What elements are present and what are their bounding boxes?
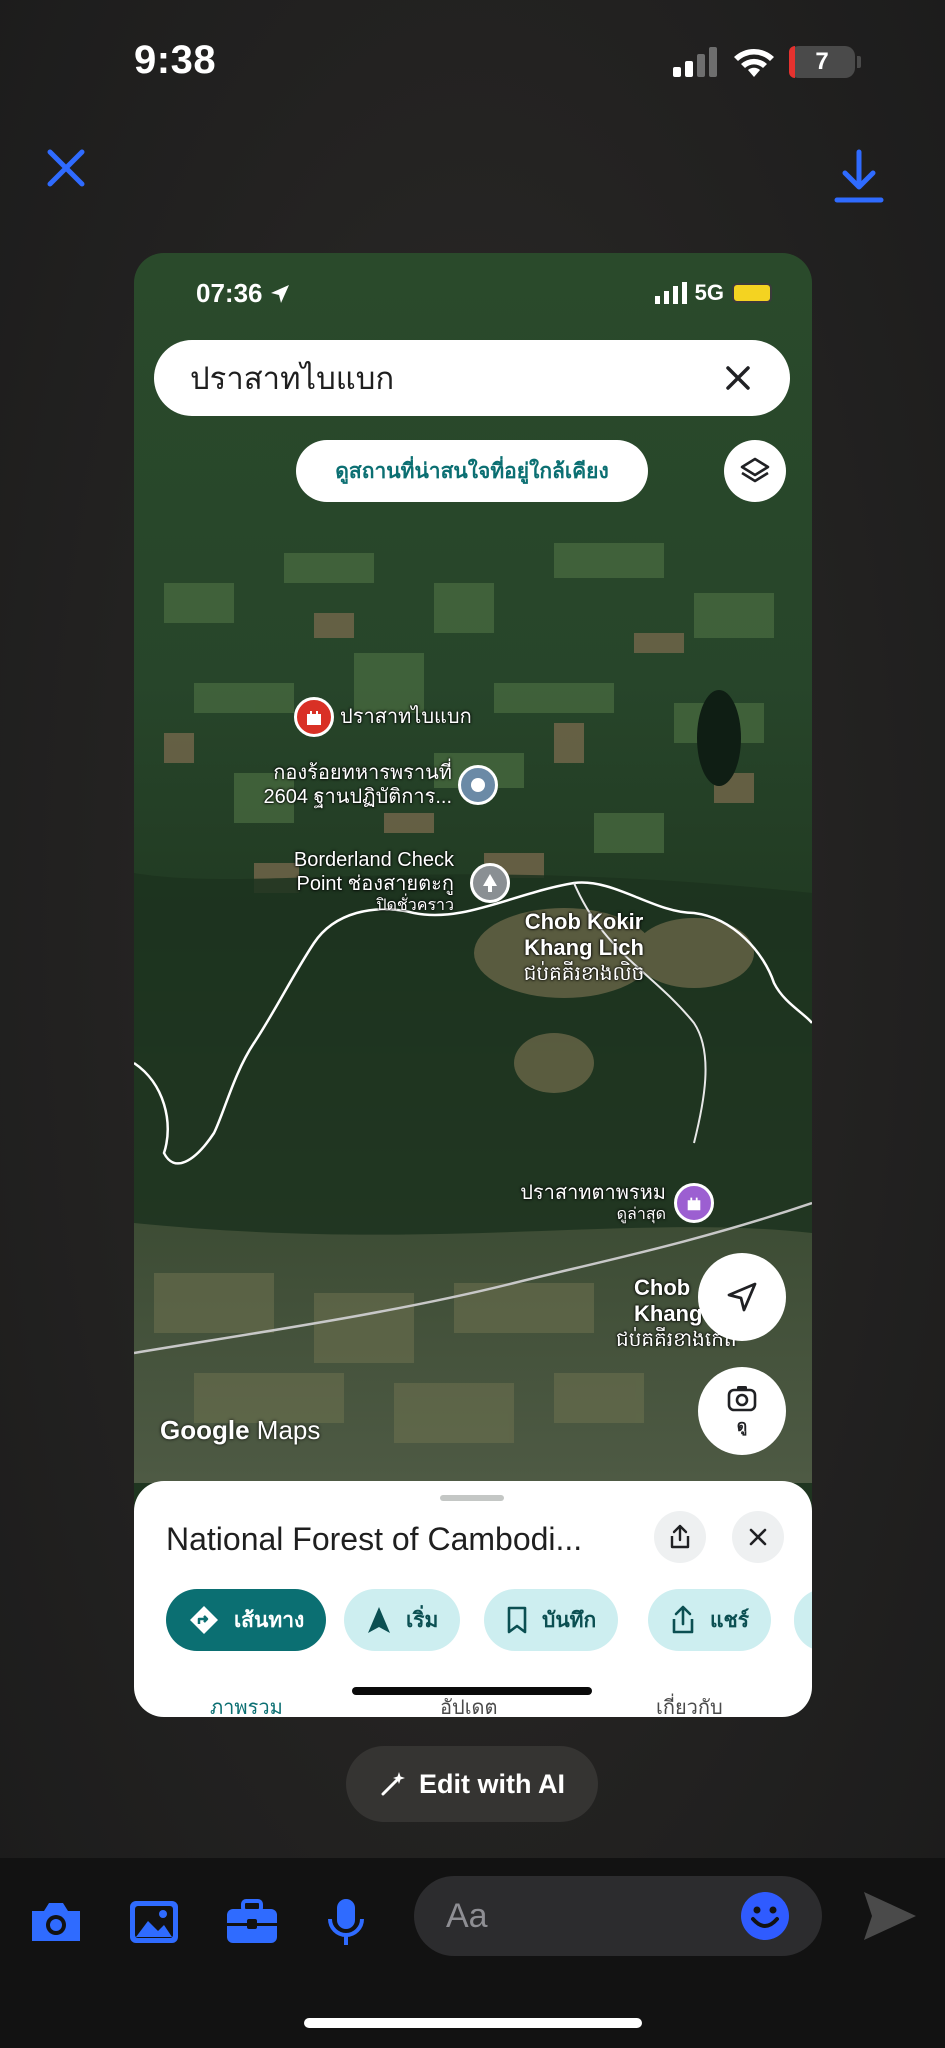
place-pin-checkpoint[interactable] <box>470 863 510 903</box>
message-placeholder: Aa <box>446 1896 488 1935</box>
search-query[interactable]: ปราสาทไบแบก <box>190 353 722 403</box>
search-bar[interactable]: ปราสาทไบแบก <box>154 340 790 416</box>
camera-icon <box>32 1903 80 1941</box>
share-label: แชร์ <box>710 1608 750 1632</box>
share-button[interactable]: แชร์ <box>648 1589 772 1651</box>
inner-home-indicator <box>352 1687 592 1695</box>
inner-signal-icon <box>654 282 687 304</box>
google-maps-logo: Google Maps <box>160 1415 321 1445</box>
save-label: บันทึก <box>542 1608 597 1632</box>
save-button[interactable]: บันทึก <box>484 1589 619 1651</box>
lens-label: ดู <box>736 1417 748 1435</box>
tab-about[interactable]: เกี่ยวกับ <box>656 1691 723 1717</box>
place-pin-red[interactable] <box>294 697 334 737</box>
edit-with-ai-label: Edit with AI <box>419 1768 565 1799</box>
home-indicator <box>304 2018 642 2028</box>
screenshot-preview[interactable]: 07:36 5G ปราสาทไบแบก ดูสถานที่น่าสนใจที่… <box>134 253 812 1717</box>
navigation-arrow-icon <box>727 1282 757 1312</box>
my-location-button[interactable] <box>698 1253 786 1341</box>
close-icon[interactable] <box>44 146 88 190</box>
directions-label: เส้นทาง <box>234 1608 305 1632</box>
close-sheet-button[interactable] <box>732 1511 784 1563</box>
voice-button[interactable] <box>316 1892 376 1952</box>
lens-view-button[interactable]: ดู <box>698 1367 786 1455</box>
tree-icon <box>483 874 497 892</box>
navigate-icon <box>368 1607 390 1633</box>
layers-icon <box>740 457 770 483</box>
place-bottom-sheet[interactable]: National Forest of Cambodi... เส้นทาง เร… <box>134 1481 812 1717</box>
location-arrow-icon <box>270 284 289 303</box>
start-button[interactable]: เริ่ม <box>344 1589 461 1651</box>
share-icon <box>672 1605 694 1634</box>
download-icon[interactable] <box>833 148 885 206</box>
network-type: 5G <box>694 280 724 305</box>
battery-level: 7 <box>815 48 829 75</box>
place-label-ranger-company[interactable]: กองร้อยทหารพรานที่ 2604 ฐานปฏิบัติการ... <box>222 761 452 809</box>
inner-status-right: 5G <box>654 280 772 306</box>
camera-button[interactable] <box>26 1892 86 1952</box>
sheet-drag-handle[interactable] <box>440 1495 504 1501</box>
cellular-signal-icon <box>673 47 717 77</box>
briefcase-icon <box>227 1899 277 1943</box>
edit-with-ai-button[interactable]: Edit with AI <box>346 1746 598 1822</box>
directions-button[interactable]: เส้นทาง <box>166 1589 327 1651</box>
magic-wand-icon <box>381 1772 405 1796</box>
battery-icon: 7 <box>789 46 855 78</box>
place-title: National Forest of Cambodi... <box>166 1521 583 1557</box>
castle-icon <box>687 1197 701 1211</box>
place-label-checkpoint[interactable]: Borderland Check Point ช่องสายตะกู ปิดชั… <box>228 848 454 915</box>
inner-status-time: 07:36 <box>196 278 291 309</box>
place-label-ta-prohm[interactable]: ปราสาทตาพรหม ดูล่าสุด <box>434 1181 666 1224</box>
place-pin-ranger[interactable] <box>458 765 498 805</box>
castle-icon <box>307 711 321 725</box>
microphone-icon <box>328 1899 364 1945</box>
status-time: 9:38 <box>134 38 217 82</box>
apps-button[interactable] <box>222 1892 282 1952</box>
image-icon <box>130 1901 178 1943</box>
inner-time: 07:36 <box>196 278 263 308</box>
more-chip[interactable] <box>794 1589 812 1651</box>
start-label: เริ่ม <box>406 1608 439 1632</box>
inner-battery-icon <box>732 283 772 303</box>
clear-search-icon[interactable] <box>722 362 754 394</box>
message-input[interactable]: Aa <box>414 1876 822 1956</box>
tab-overview[interactable]: ภาพรวม <box>210 1691 283 1717</box>
layers-button[interactable] <box>724 440 786 502</box>
share-place-button[interactable] <box>654 1511 706 1563</box>
close-icon <box>749 1528 767 1546</box>
place-label-chob-kokir-west[interactable]: Chob Kokir Khang Lich ជប់គគីរខាងលិច <box>514 909 654 986</box>
bookmark-icon <box>507 1606 527 1634</box>
place-pin-purple[interactable] <box>674 1183 714 1223</box>
explore-nearby-button[interactable]: ดูสถานที่น่าสนใจที่อยู่ใกล้เคียง <box>296 440 648 502</box>
emoji-icon[interactable] <box>740 1891 790 1941</box>
place-label-baibaek[interactable]: ปราสาทไบแบก <box>340 705 472 729</box>
send-icon[interactable] <box>860 1888 920 1944</box>
directions-icon <box>190 1606 218 1634</box>
gallery-button[interactable] <box>124 1892 184 1952</box>
camera-lens-icon <box>727 1385 757 1411</box>
share-icon <box>670 1524 690 1549</box>
wifi-icon <box>734 49 774 77</box>
status-icons: 7 <box>673 46 861 78</box>
